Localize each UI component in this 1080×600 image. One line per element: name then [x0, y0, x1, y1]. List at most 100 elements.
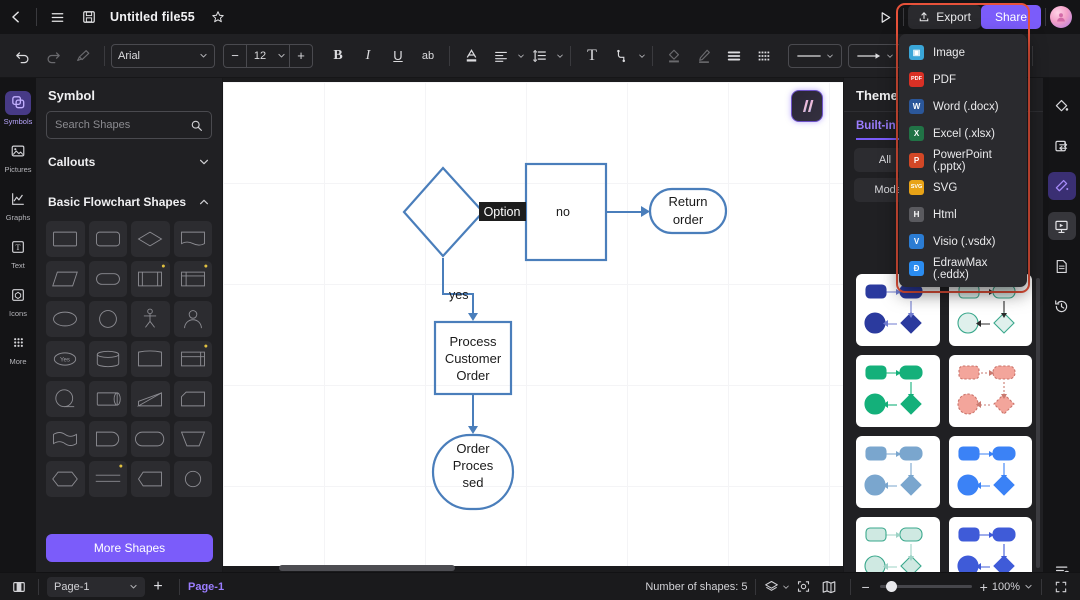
export-item-pdf[interactable]: PDF PDF [899, 66, 1027, 93]
shape-process[interactable] [46, 221, 85, 257]
sidebar-item-text[interactable]: T Text [0, 228, 36, 276]
shape-delay-shape[interactable] [88, 421, 127, 457]
font-size-value[interactable]: 12 [247, 50, 273, 62]
chevron-down-icon[interactable] [198, 156, 210, 168]
section-basic-flowchart-shapes[interactable]: Basic Flowchart Shapes [36, 185, 222, 219]
shape-internal-storage[interactable]: ● [173, 261, 212, 297]
shape-document[interactable] [173, 221, 212, 257]
add-page-button[interactable]: + [145, 578, 171, 596]
undo-icon[interactable] [10, 43, 36, 69]
theme-card-theme-steel-blue[interactable] [856, 436, 940, 508]
font-size-decrease-button[interactable]: − [224, 45, 246, 67]
format-painter-icon[interactable] [70, 43, 96, 69]
export-item-svg[interactable]: SVG SVG [899, 174, 1027, 201]
zoom-slider-handle[interactable] [885, 581, 897, 592]
font-size-increase-button[interactable]: + [290, 45, 312, 67]
presentation-icon[interactable] [1047, 212, 1076, 240]
chevron-down-icon[interactable] [129, 582, 138, 591]
theme-card-theme-bright-blue[interactable] [948, 436, 1032, 508]
canvas-area[interactable]: Return order Process Customer Order Orde… [223, 78, 843, 572]
drawing-canvas[interactable]: Return order Process Customer Order Orde… [223, 82, 843, 566]
strikethrough-button[interactable]: ab [415, 43, 441, 69]
layers-dropdown-status[interactable] [764, 579, 790, 594]
page-properties-icon[interactable] [1048, 252, 1076, 280]
connector-dropdown[interactable] [607, 43, 646, 69]
font-color-icon[interactable] [458, 43, 484, 69]
sidebar-item-symbols[interactable]: Symbols [0, 84, 36, 132]
line-style-dropdown[interactable] [788, 43, 842, 68]
shape-predefined-process[interactable]: ● [131, 261, 170, 297]
ai-assistant-icon[interactable] [791, 90, 823, 122]
shape-lines-shape[interactable]: ● [88, 461, 127, 497]
list-icon[interactable] [721, 43, 747, 69]
section-callouts[interactable]: Callouts [36, 145, 222, 179]
sidebar-item-icons[interactable]: Icons [0, 276, 36, 324]
shape-ellipse[interactable] [46, 301, 85, 337]
fill-style-icon[interactable] [1048, 92, 1076, 120]
star-outline-icon[interactable] [202, 0, 234, 34]
shape-stored-data[interactable] [131, 461, 170, 497]
shape-decision-diamond[interactable] [131, 221, 170, 257]
search-icon[interactable] [190, 119, 203, 132]
flowchart-diagram[interactable]: Return order Process Customer Order Orde… [223, 82, 843, 566]
theme-panel-scrollbar[interactable] [1036, 278, 1040, 568]
text-align-icon[interactable] [488, 43, 514, 69]
theme-card-theme-salmon-dashed[interactable] [948, 355, 1032, 427]
replace-shape-icon[interactable] [1048, 132, 1076, 160]
shape-circle[interactable] [88, 301, 127, 337]
shape-table-shape[interactable]: ● [173, 341, 212, 377]
shape-hexagon[interactable] [46, 461, 85, 497]
shape-manual-operation-person[interactable] [131, 301, 170, 337]
zoom-slider[interactable] [879, 581, 972, 592]
sidebar-item-pictures[interactable]: Pictures [0, 132, 36, 180]
document-title[interactable]: Untitled file55 [110, 10, 195, 24]
chevron-down-icon[interactable] [638, 52, 646, 60]
shape-oval-shape[interactable] [173, 461, 212, 497]
page-tab-page-1[interactable]: Page-1 [188, 581, 224, 593]
connector-icon[interactable] [609, 43, 635, 69]
scrollbar-thumb[interactable] [279, 565, 455, 571]
export-item-powerpoint[interactable]: P PowerPoint (.pptx) [899, 147, 1027, 174]
ai-magic-icon[interactable] [1047, 172, 1076, 200]
text-box-button[interactable]: T [579, 43, 605, 69]
theme-card-theme-green[interactable] [856, 355, 940, 427]
shape-manual-input[interactable] [131, 341, 170, 377]
zoom-level-label[interactable]: 100% [992, 581, 1020, 593]
italic-button[interactable]: I [355, 43, 381, 69]
arrow-style-dropdown[interactable] [848, 43, 902, 68]
fill-color-icon[interactable] [661, 43, 687, 69]
grid-icon[interactable] [751, 43, 777, 69]
font-size-stepper[interactable]: − 12 + [223, 43, 313, 68]
export-item-excel[interactable]: X Excel (.xlsx) [899, 120, 1027, 147]
shape-yes-bubble[interactable]: Yes [46, 341, 85, 377]
line-color-icon[interactable] [691, 43, 717, 69]
user-avatar[interactable] [1050, 6, 1072, 28]
line-spacing-dropdown[interactable] [525, 43, 564, 69]
history-icon[interactable] [1048, 292, 1076, 320]
navigator-map-icon[interactable] [816, 579, 842, 595]
hamburger-menu-icon[interactable] [41, 0, 73, 34]
back-button[interactable] [0, 0, 32, 34]
shape-user-avatar-shape[interactable] [173, 301, 212, 337]
zoom-out-button[interactable]: − [859, 579, 871, 595]
floppy-disk-icon[interactable] [73, 0, 105, 34]
chevron-up-icon[interactable] [198, 196, 210, 208]
share-button[interactable]: Share [980, 5, 1041, 29]
shape-transport-trapezoid[interactable] [131, 381, 170, 417]
chevron-down-icon[interactable] [273, 51, 289, 60]
bold-button[interactable]: B [325, 43, 351, 69]
play-presentation-icon[interactable] [871, 3, 899, 31]
shape-database-cylinder[interactable] [88, 341, 127, 377]
shape-terminator[interactable] [88, 261, 127, 297]
export-item-edrawmax[interactable]: Đ EdrawMax (.eddx) [899, 255, 1027, 282]
fullscreen-icon[interactable] [1050, 580, 1072, 594]
fit-to-screen-icon[interactable] [790, 579, 816, 594]
shape-merge-trapezoid[interactable] [173, 421, 212, 457]
font-family-select[interactable]: Arial [111, 43, 215, 68]
export-item-visio[interactable]: V Visio (.vsdx) [899, 228, 1027, 255]
export-button[interactable]: Export [908, 5, 981, 29]
shape-card-shape[interactable] [173, 381, 212, 417]
shape-rounded-rectangle[interactable] [88, 221, 127, 257]
shape-wave-document[interactable] [46, 421, 85, 457]
shape-off-page-circle[interactable] [46, 381, 85, 417]
